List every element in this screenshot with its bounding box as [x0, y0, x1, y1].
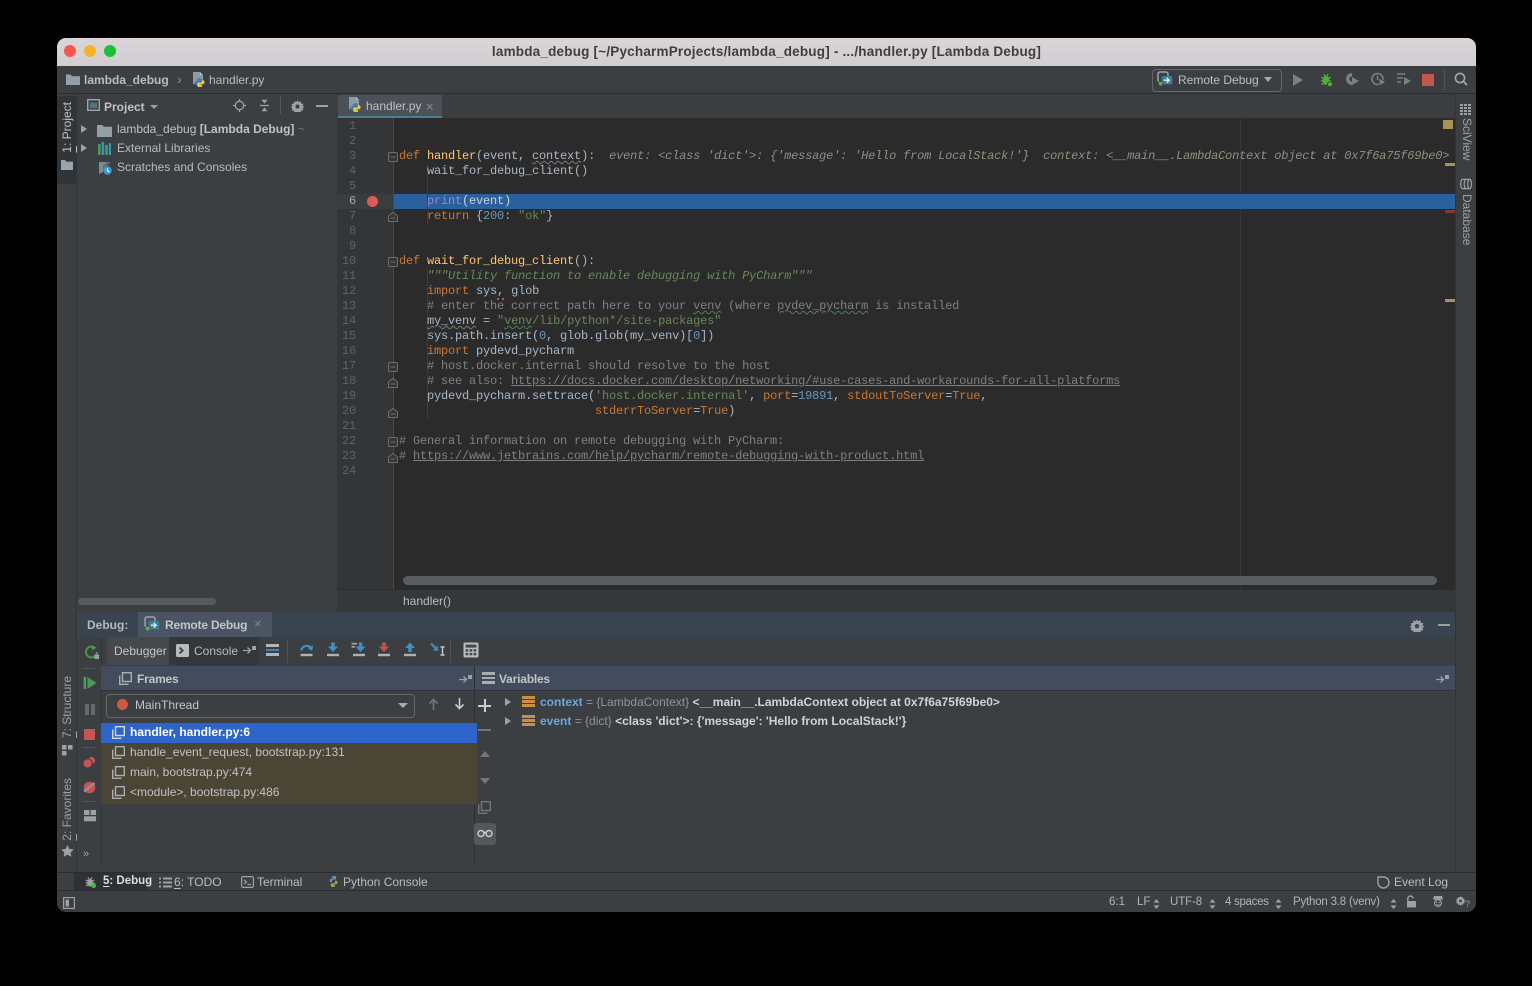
- svg-text:?: ?: [1465, 899, 1470, 908]
